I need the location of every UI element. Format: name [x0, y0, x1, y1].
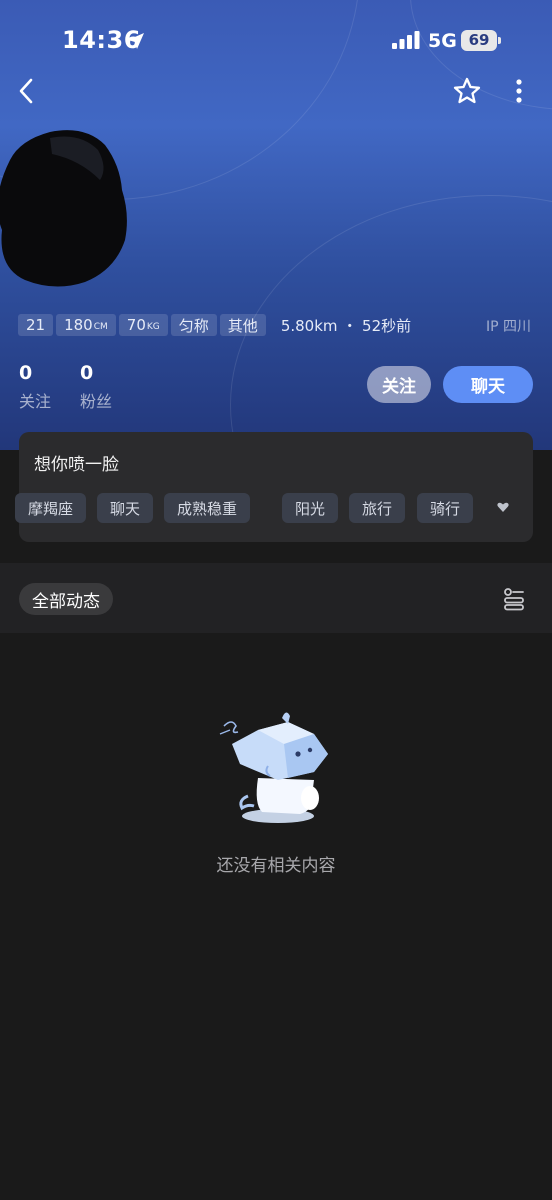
role-chip: 其他 [219, 314, 266, 336]
profile-stats: 21 180 CM 70 KG 匀称 其他 5.80km ・ 52秒前 [18, 313, 411, 337]
tab-all-posts[interactable]: 全部动态 [19, 583, 113, 615]
empty-state-text: 还没有相关内容 [216, 856, 336, 876]
star-icon[interactable] [452, 76, 482, 106]
battery-icon: 69 [461, 30, 501, 52]
interest-tag[interactable]: 骑行 [417, 493, 474, 523]
interest-tag[interactable]: 阳光 [282, 493, 339, 523]
body-type-chip: 匀称 [170, 314, 217, 336]
expand-heart-icon[interactable] [496, 500, 510, 514]
ip-location: IP 四川 [486, 319, 532, 335]
bio-card: 想你喷一脸 [19, 432, 533, 542]
distance-time: 5.80km ・ 52秒前 [280, 316, 412, 335]
list-view-icon[interactable] [502, 587, 526, 611]
interest-tag[interactable]: 成熟稳重 [164, 493, 251, 523]
more-vertical-icon[interactable] [508, 76, 530, 106]
chat-button[interactable]: 聊天 [443, 366, 533, 403]
interest-tag[interactable]: 旅行 [349, 493, 406, 523]
height-chip: 180 CM [56, 314, 116, 336]
status-bar: 14:36 5G 69 [0, 0, 552, 80]
fans-count[interactable]: 0 粉丝 [80, 362, 140, 412]
weight-chip: 70 KG [118, 314, 168, 336]
follow-button[interactable]: 关注 [367, 366, 431, 403]
network-type: 5G [428, 30, 457, 52]
avatar[interactable] [0, 120, 150, 310]
signal-icon [392, 31, 420, 49]
empty-state-illustration [219, 712, 328, 823]
bio-text: 想你喷一脸 [34, 455, 119, 475]
following-count[interactable]: 0 关注 [19, 362, 79, 412]
interest-tag[interactable]: 摩羯座 [15, 493, 87, 523]
battery-level: 69 [468, 31, 490, 49]
chevron-left-icon[interactable] [14, 76, 42, 106]
location-arrow-icon [128, 33, 144, 49]
interest-tag[interactable]: 聊天 [97, 493, 154, 523]
age-chip: 21 [18, 314, 54, 336]
